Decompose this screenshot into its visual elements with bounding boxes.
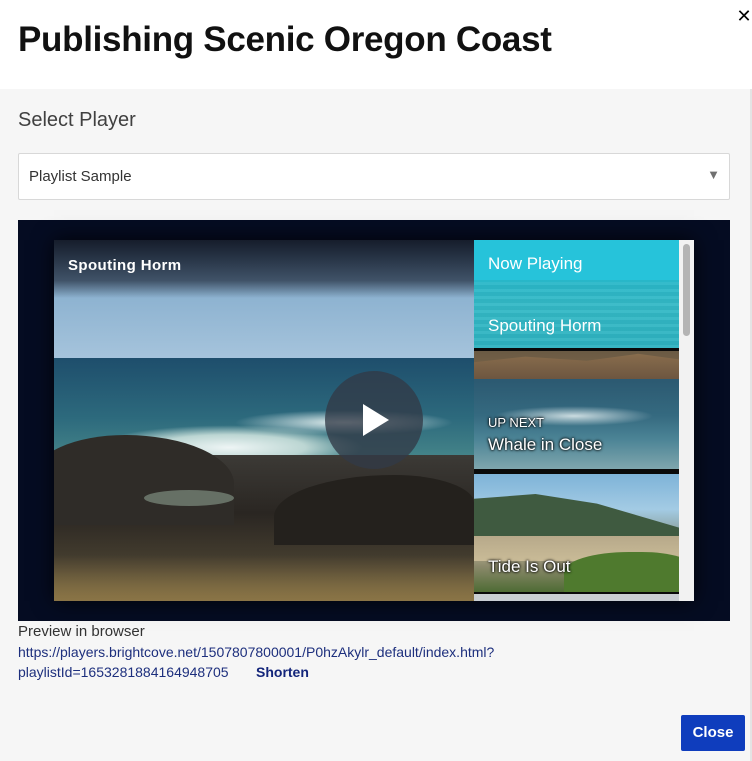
player-select-dropdown[interactable]: Playlist Sample ▼ — [18, 153, 730, 200]
playlist-panel: Now Playing Spouting Horm UP NEXT Whale … — [474, 240, 694, 601]
up-next-label: UP NEXT — [488, 415, 545, 430]
shorten-link[interactable]: Shorten — [256, 662, 309, 682]
video-title: Spouting Horm — [68, 257, 182, 274]
dialog-header: Publishing Scenic Oregon Coast ✕ — [0, 0, 752, 89]
chevron-down-icon: ▼ — [707, 167, 720, 182]
preview-label: Preview in browser — [18, 623, 145, 640]
play-icon — [363, 404, 389, 436]
thumbnail-hill — [474, 494, 679, 542]
playlist-item-edge — [474, 594, 679, 601]
select-player-label: Select Player — [18, 109, 136, 131]
video-player: Spouting Horm Now Playing Spouting Horm — [54, 240, 694, 601]
player-preview-frame: Spouting Horm Now Playing Spouting Horm — [18, 220, 730, 621]
preview-url-line: https://players.brightcove.net/150780780… — [18, 644, 495, 660]
dialog-title: Publishing Scenic Oregon Coast — [18, 20, 552, 59]
play-button[interactable] — [325, 371, 423, 469]
video-tidepool — [144, 490, 234, 506]
now-playing-label: Now Playing — [488, 254, 583, 273]
close-icon[interactable]: ✕ — [736, 6, 752, 26]
video-grass — [54, 555, 474, 601]
playlist-item[interactable]: Tide Is Out — [474, 474, 679, 592]
playlist-item-up-next[interactable]: UP NEXT Whale in Close — [474, 351, 679, 469]
scrollbar-thumb[interactable] — [683, 244, 690, 336]
playlist-item-now-playing[interactable]: Now Playing Spouting Horm — [474, 240, 679, 348]
thumbnail-brush — [564, 552, 679, 592]
dialog-body: Select Player Playlist Sample ▼ Spouting… — [0, 89, 752, 761]
thumbnail-cliff — [474, 353, 679, 379]
video-area[interactable]: Spouting Horm — [54, 240, 474, 601]
up-next-title: Whale in Close — [488, 435, 603, 454]
player-select-value: Playlist Sample — [29, 168, 132, 185]
playlist-scrollbar[interactable] — [679, 240, 694, 601]
playlist-item-title: Tide Is Out — [488, 557, 571, 576]
close-button[interactable]: Close — [681, 715, 745, 751]
thumbnail-water — [474, 282, 679, 348]
now-playing-title: Spouting Horm — [488, 316, 602, 335]
